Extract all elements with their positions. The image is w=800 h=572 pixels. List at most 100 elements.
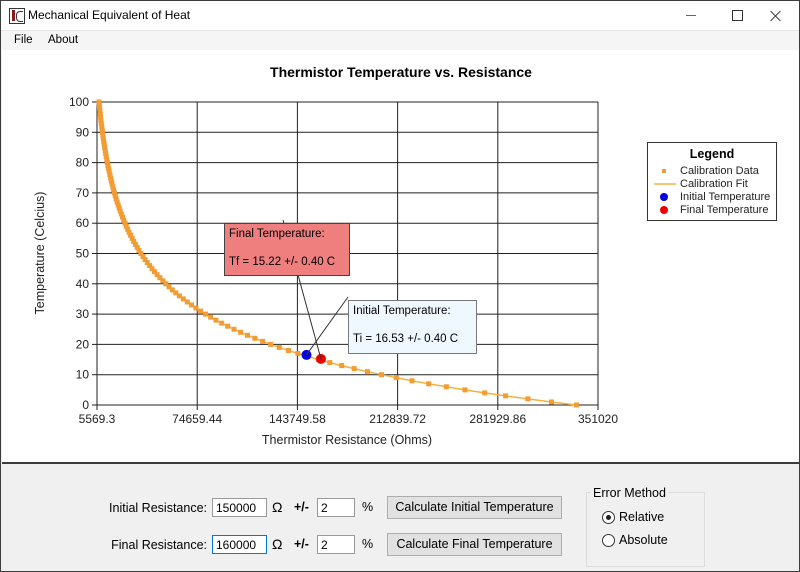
calibration-data-point [351, 366, 357, 372]
initial-tolerance-input[interactable] [317, 498, 355, 517]
y-tick-label: 90 [76, 125, 90, 139]
y-axis-label: Temperature (Celcius) [33, 192, 47, 315]
calibration-data-point [574, 402, 579, 408]
y-tick-label: 100 [69, 95, 89, 109]
calibration-data-point [238, 329, 244, 335]
final-resistance-input[interactable] [212, 535, 267, 554]
final-tolerance-input[interactable] [317, 535, 355, 554]
calibration-data-point [379, 372, 384, 378]
radio-selected-icon [602, 511, 615, 524]
percent-unit: % [362, 537, 374, 551]
y-tick-label: 50 [76, 247, 90, 261]
y-tick-label: 80 [76, 156, 90, 170]
error-method-title: Error Method [591, 486, 668, 500]
calibration-fit-line-icon [654, 183, 676, 185]
final-callout-value: Tf = 15.22 +/- 0.40 C [229, 256, 336, 268]
x-tick-label: 143749.58 [269, 412, 326, 426]
final-temperature-callout: Final Temperature: Tf = 15.22 +/- 0.40 C [224, 223, 350, 276]
ohm-unit: Ω [272, 536, 283, 552]
calibration-data-point [482, 390, 488, 396]
initial-temperature-marker-icon [660, 193, 668, 201]
controls-panel: Initial Resistance: Ω +/- % Calculate In… [1, 464, 799, 571]
calibration-data-point [503, 393, 509, 399]
legend-label: Final Temperature [680, 204, 769, 216]
window-title: Mechanical Equivalent of Heat [28, 8, 191, 22]
chart-svg: Thermistor Temperature vs. Resistance 0 1… [33, 64, 618, 447]
calibration-data-point [276, 344, 282, 350]
calibration-data-point [393, 375, 399, 381]
calibration-data-point [260, 338, 266, 344]
final-callout-title: Final Temperature: [229, 228, 325, 240]
calibration-data-point [225, 323, 231, 329]
calculate-initial-temperature-button[interactable]: Calculate Initial Temperature [387, 496, 562, 519]
radio-label: Absolute [619, 533, 668, 547]
minimize-button[interactable] [668, 1, 714, 30]
calibration-data-point [198, 308, 204, 314]
y-tick-label: 10 [76, 368, 90, 382]
x-tick-label: 212839.72 [369, 412, 426, 426]
ohm-unit: Ω [272, 499, 283, 515]
close-icon [770, 10, 782, 22]
radio-label: Relative [619, 510, 665, 524]
legend-label: Calibration Fit [680, 178, 748, 190]
thermometer-app-icon [9, 8, 25, 24]
x-tick-label: 351020 [578, 412, 618, 426]
calibration-data-point [327, 360, 333, 366]
radio-unselected-icon [602, 534, 615, 547]
x-tick-label: 281929.86 [469, 412, 526, 426]
calibration-data-marker-icon [662, 169, 666, 173]
chart-title: Thermistor Temperature vs. Resistance [270, 64, 532, 80]
calibration-data-point [245, 332, 250, 338]
plus-minus-label: +/- [294, 537, 309, 551]
y-tick-label: 70 [76, 186, 90, 200]
calibration-data-point [213, 317, 219, 323]
calibration-data-point [339, 363, 345, 369]
title-bar: Mechanical Equivalent of Heat [1, 1, 799, 30]
percent-unit: % [362, 500, 374, 514]
minimize-icon [686, 15, 696, 16]
initial-temperature-callout: Initial Temperature: Ti = 16.53 +/- 0.40… [348, 300, 477, 354]
legend-title: Legend [689, 147, 735, 161]
calibration-data-point [96, 99, 102, 105]
calibration-data-point [426, 381, 432, 387]
initial-resistance-input[interactable] [212, 498, 267, 517]
y-tick-label: 30 [76, 307, 90, 321]
initial-resistance-label: Initial Resistance: [109, 501, 207, 515]
calibration-data-point [365, 369, 370, 375]
initial-callout-leader [306, 296, 349, 356]
plus-minus-label: +/- [294, 500, 309, 514]
initial-callout-title: Initial Temperature: [353, 305, 451, 317]
calculate-final-temperature-button[interactable]: Calculate Final Temperature [387, 533, 562, 556]
menu-about[interactable]: About [48, 34, 78, 46]
chart-panel: Thermistor Temperature vs. Resistance 0 1… [2, 50, 799, 464]
final-resistance-label: Final Resistance: [111, 538, 207, 552]
calibration-data-point [203, 311, 208, 317]
calibration-data-point [462, 387, 468, 393]
close-button[interactable] [753, 1, 799, 30]
calibration-data-point [525, 396, 531, 402]
x-axis-label: Thermistor Resistance (Ohms) [262, 433, 432, 447]
x-tick-label: 74659.44 [172, 412, 222, 426]
y-tick-label: 0 [82, 398, 89, 412]
menu-bar: File About [1, 30, 799, 51]
x-tick-label: 5569.3 [79, 412, 116, 426]
legend-label: Initial Temperature [680, 191, 771, 203]
calibration-data-point [409, 378, 415, 384]
y-tick-label: 60 [76, 216, 90, 230]
y-tick-label: 20 [76, 337, 90, 351]
maximize-icon [731, 10, 743, 21]
calibration-data-point [549, 399, 554, 405]
menu-file[interactable]: File [14, 34, 33, 46]
chart-legend: Legend Calibration Data Calibration Fit … [647, 142, 777, 221]
calibration-data-point [268, 341, 274, 347]
initial-callout-value: Ti = 16.53 +/- 0.40 C [353, 333, 459, 345]
error-method-group [586, 492, 705, 567]
final-temperature-marker-icon [660, 206, 668, 214]
calibration-data-point [219, 320, 225, 326]
app-window: Mechanical Equivalent of Heat File About… [0, 0, 800, 572]
calibration-data-point [285, 348, 291, 353]
calibration-data-point [252, 335, 258, 341]
calibration-data-point [443, 384, 449, 390]
legend-label: Calibration Data [680, 165, 759, 177]
calibration-data-point [208, 314, 214, 320]
